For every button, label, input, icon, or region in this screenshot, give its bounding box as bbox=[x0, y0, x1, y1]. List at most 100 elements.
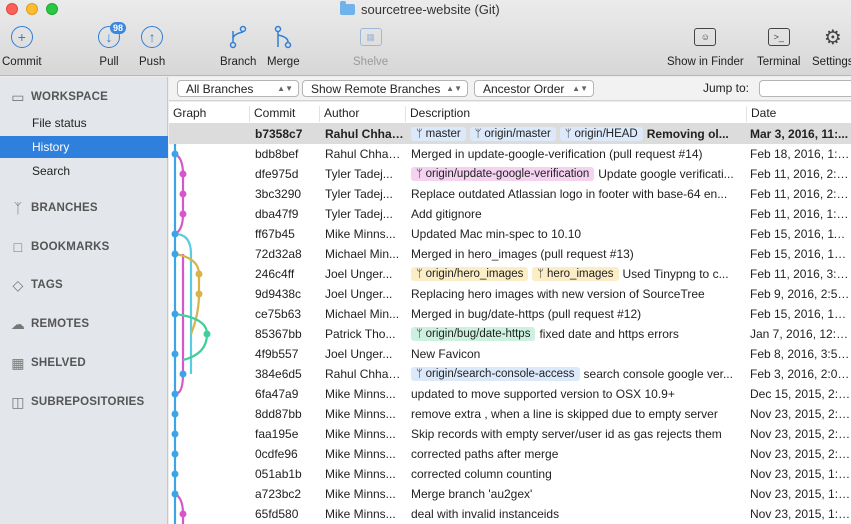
branch-label[interactable]: ᛘ origin/HEAD bbox=[559, 127, 643, 141]
shelved-icon: ▦ bbox=[11, 354, 25, 371]
branch-label[interactable]: ᛘ hero_images bbox=[532, 267, 619, 281]
commit-author: Patrick Tho... bbox=[325, 327, 396, 341]
table-row[interactable]: 3bc3290 Tyler Tadej... Replace outdated At… bbox=[169, 184, 851, 204]
commit-hash: 65fd580 bbox=[255, 507, 299, 521]
table-row[interactable]: dfe975d Tyler Tadej... ᛘ origin/update-goog… bbox=[169, 164, 851, 184]
table-row[interactable]: ce75b63 Michael Min... Merged in bug/date-… bbox=[169, 304, 851, 324]
commit-author: Tyler Tadej... bbox=[325, 207, 393, 221]
branch-icon: ᛘ bbox=[537, 268, 545, 280]
table-row[interactable]: 6fa47a9 Mike Minns... updated to move supp… bbox=[169, 384, 851, 404]
table-row[interactable]: 9d9438c Joel Unger... Replacing hero image… bbox=[169, 284, 851, 304]
branch-label[interactable]: ᛘ origin/bug/date-https bbox=[411, 327, 536, 341]
column-header-description[interactable]: Description bbox=[405, 106, 746, 122]
commit-author: Joel Unger... bbox=[325, 267, 393, 281]
pull-button[interactable]: ↓ 98 Pull bbox=[98, 22, 127, 68]
remote-branches-select[interactable]: Show Remote Branches ▲▼ bbox=[302, 80, 468, 97]
branch-button[interactable]: Branch bbox=[220, 24, 256, 68]
table-row[interactable]: dba47f9 Tyler Tadej... Add gitignore Feb 11… bbox=[169, 204, 851, 224]
minimize-window-button[interactable] bbox=[26, 3, 38, 15]
window-title: sourcetree-website (Git) bbox=[340, 0, 500, 18]
column-header-author[interactable]: Author bbox=[319, 106, 405, 122]
table-row[interactable]: 384e6d5 Rahul Chhab... ᛘ origin/search-cons… bbox=[169, 364, 851, 384]
commit-button[interactable]: + Commit bbox=[2, 24, 42, 68]
settings-button[interactable]: ⚙ Settings bbox=[812, 24, 851, 69]
sidebar-item-file-status[interactable]: File status bbox=[0, 112, 168, 134]
select-chevron-icon: ▲▼ bbox=[572, 84, 588, 93]
branch-label-text: origin/master bbox=[484, 128, 551, 140]
table-row[interactable]: a723bc2 Mike Minns... Merge branch 'au2gex… bbox=[169, 484, 851, 504]
sidebar-section-branches[interactable]: ᛉ BRANCHES bbox=[0, 196, 168, 220]
commit-hash: 9d9438c bbox=[255, 287, 302, 301]
branches-filter-select[interactable]: All Branches ▲▼ bbox=[177, 80, 299, 97]
sidebar-item-history[interactable]: History bbox=[0, 136, 168, 158]
commit-description: deal with invalid instanceids bbox=[411, 505, 747, 523]
order-select[interactable]: Ancestor Order ▲▼ bbox=[474, 80, 594, 97]
commit-author: Michael Min... bbox=[325, 247, 400, 261]
commit-message: Updated Mac min-spec to 10.10 bbox=[411, 227, 582, 241]
sidebar-item-search[interactable]: Search bbox=[0, 160, 168, 182]
merge-icon bbox=[275, 25, 292, 49]
commit-hash: faa195e bbox=[255, 427, 299, 441]
commit-hash: 6fa47a9 bbox=[255, 387, 299, 401]
tag-icon: ◇ bbox=[12, 276, 24, 293]
table-row[interactable]: 0cdfe96 Mike Minns... corrected paths afte… bbox=[169, 444, 851, 464]
commit-description: Merged in bug/date-https (pull request #… bbox=[411, 305, 747, 323]
branch-icon bbox=[229, 25, 247, 49]
table-row[interactable]: b7358c7 Rahul Chhab... ᛘ master ᛘ origin/mast… bbox=[169, 124, 851, 144]
commit-date: Feb 11, 2016, 2:1... bbox=[750, 187, 851, 201]
commit-message: remove extra , when a line is skipped du… bbox=[411, 407, 718, 421]
branch-label[interactable]: ᛘ master bbox=[411, 127, 466, 141]
table-row[interactable]: 246c4ff Joel Unger... ᛘ origin/hero_images ᛘ… bbox=[169, 264, 851, 284]
push-button[interactable]: ↑ Push bbox=[139, 24, 165, 68]
commit-message: Used Tinypng to c... bbox=[622, 267, 729, 281]
commit-date: Feb 18, 2016, 1:3... bbox=[750, 147, 851, 161]
table-row[interactable]: ff67b45 Mike Minns... Updated Mac min-spec… bbox=[169, 224, 851, 244]
column-header-commit[interactable]: Commit bbox=[249, 106, 319, 122]
table-row[interactable]: 051ab1b Mike Minns... corrected column co… bbox=[169, 464, 851, 484]
close-window-button[interactable] bbox=[6, 3, 18, 15]
table-row[interactable]: 85367bb Patrick Tho... ᛘ origin/bug/date-ht… bbox=[169, 324, 851, 344]
commit-hash: dfe975d bbox=[255, 167, 299, 181]
sidebar-section-subrepositories[interactable]: ◫ SUBREPOSITORIES bbox=[0, 390, 168, 414]
shelve-button[interactable]: ▦ Shelve bbox=[353, 24, 388, 68]
commit-date: Nov 23, 2015, 2:1... bbox=[750, 427, 851, 441]
jump-to-input[interactable] bbox=[759, 80, 851, 97]
table-row[interactable]: 65fd580 Mike Minns... deal with invalid in… bbox=[169, 504, 851, 524]
branch-label-text: origin/HEAD bbox=[574, 128, 638, 140]
commit-message: Merged in hero_images (pull request #13) bbox=[411, 247, 634, 261]
commit-author: Rahul Chhab... bbox=[325, 127, 405, 141]
commit-date: Feb 9, 2016, 2:59... bbox=[750, 287, 851, 301]
commit-message: Skip records with empty server/user id a… bbox=[411, 427, 722, 441]
commit-description: ᛘ master ᛘ origin/master ᛘ origin/HEAD Removin… bbox=[411, 125, 747, 143]
table-row[interactable]: 72d32a8 Michael Min... Merged in hero_imag… bbox=[169, 244, 851, 264]
sidebar-section-tags[interactable]: ◇ TAGS bbox=[0, 273, 168, 297]
commit-description: Add gitignore bbox=[411, 205, 747, 223]
sidebar-section-bookmarks[interactable]: □ BOOKMARKS bbox=[0, 235, 168, 259]
table-row[interactable]: bdb8bef Rahul Chhab... Merged in update-go… bbox=[169, 144, 851, 164]
show-in-finder-button[interactable]: ☺ Show in Finder bbox=[667, 24, 744, 68]
commit-date: Jan 7, 2016, 12:2... bbox=[750, 327, 851, 341]
commit-description: updated to move supported version to OSX… bbox=[411, 385, 747, 403]
zoom-window-button[interactable] bbox=[46, 3, 58, 15]
column-header-date[interactable]: Date bbox=[746, 106, 851, 122]
sidebar-section-shelved[interactable]: ▦ SHELVED bbox=[0, 351, 168, 375]
cloud-icon: ☁ bbox=[10, 315, 26, 332]
branch-label[interactable]: ᛘ origin/update-google-verification bbox=[411, 167, 595, 181]
branch-label[interactable]: ᛘ origin/hero_images bbox=[411, 267, 529, 281]
terminal-button[interactable]: >_ Terminal bbox=[757, 24, 800, 68]
commit-author: Mike Minns... bbox=[325, 507, 396, 521]
table-row[interactable]: faa195e Mike Minns... Skip records with em… bbox=[169, 424, 851, 444]
table-row[interactable]: 8dd87bb Mike Minns... remove extra , when … bbox=[169, 404, 851, 424]
sidebar-section-remotes[interactable]: ☁ REMOTES bbox=[0, 312, 168, 336]
branch-label-text: origin/bug/date-https bbox=[425, 328, 531, 340]
merge-button[interactable]: Merge bbox=[267, 24, 300, 68]
branch-label[interactable]: ᛘ origin/master bbox=[469, 127, 556, 141]
commit-message: Merged in bug/date-https (pull request #… bbox=[411, 307, 642, 321]
branch-label[interactable]: ᛘ origin/search-console-access bbox=[411, 367, 580, 381]
commit-author: Rahul Chhab... bbox=[325, 147, 405, 161]
column-header-graph[interactable]: Graph bbox=[169, 106, 249, 122]
sidebar-section-workspace[interactable]: ▭ WORKSPACE bbox=[0, 85, 168, 109]
monitor-icon: ▭ bbox=[11, 88, 25, 105]
table-row[interactable]: 4f9b557 Joel Unger... New Favicon Feb 8, 20… bbox=[169, 344, 851, 364]
column-headers: Graph Commit Author Description Date bbox=[169, 102, 851, 124]
